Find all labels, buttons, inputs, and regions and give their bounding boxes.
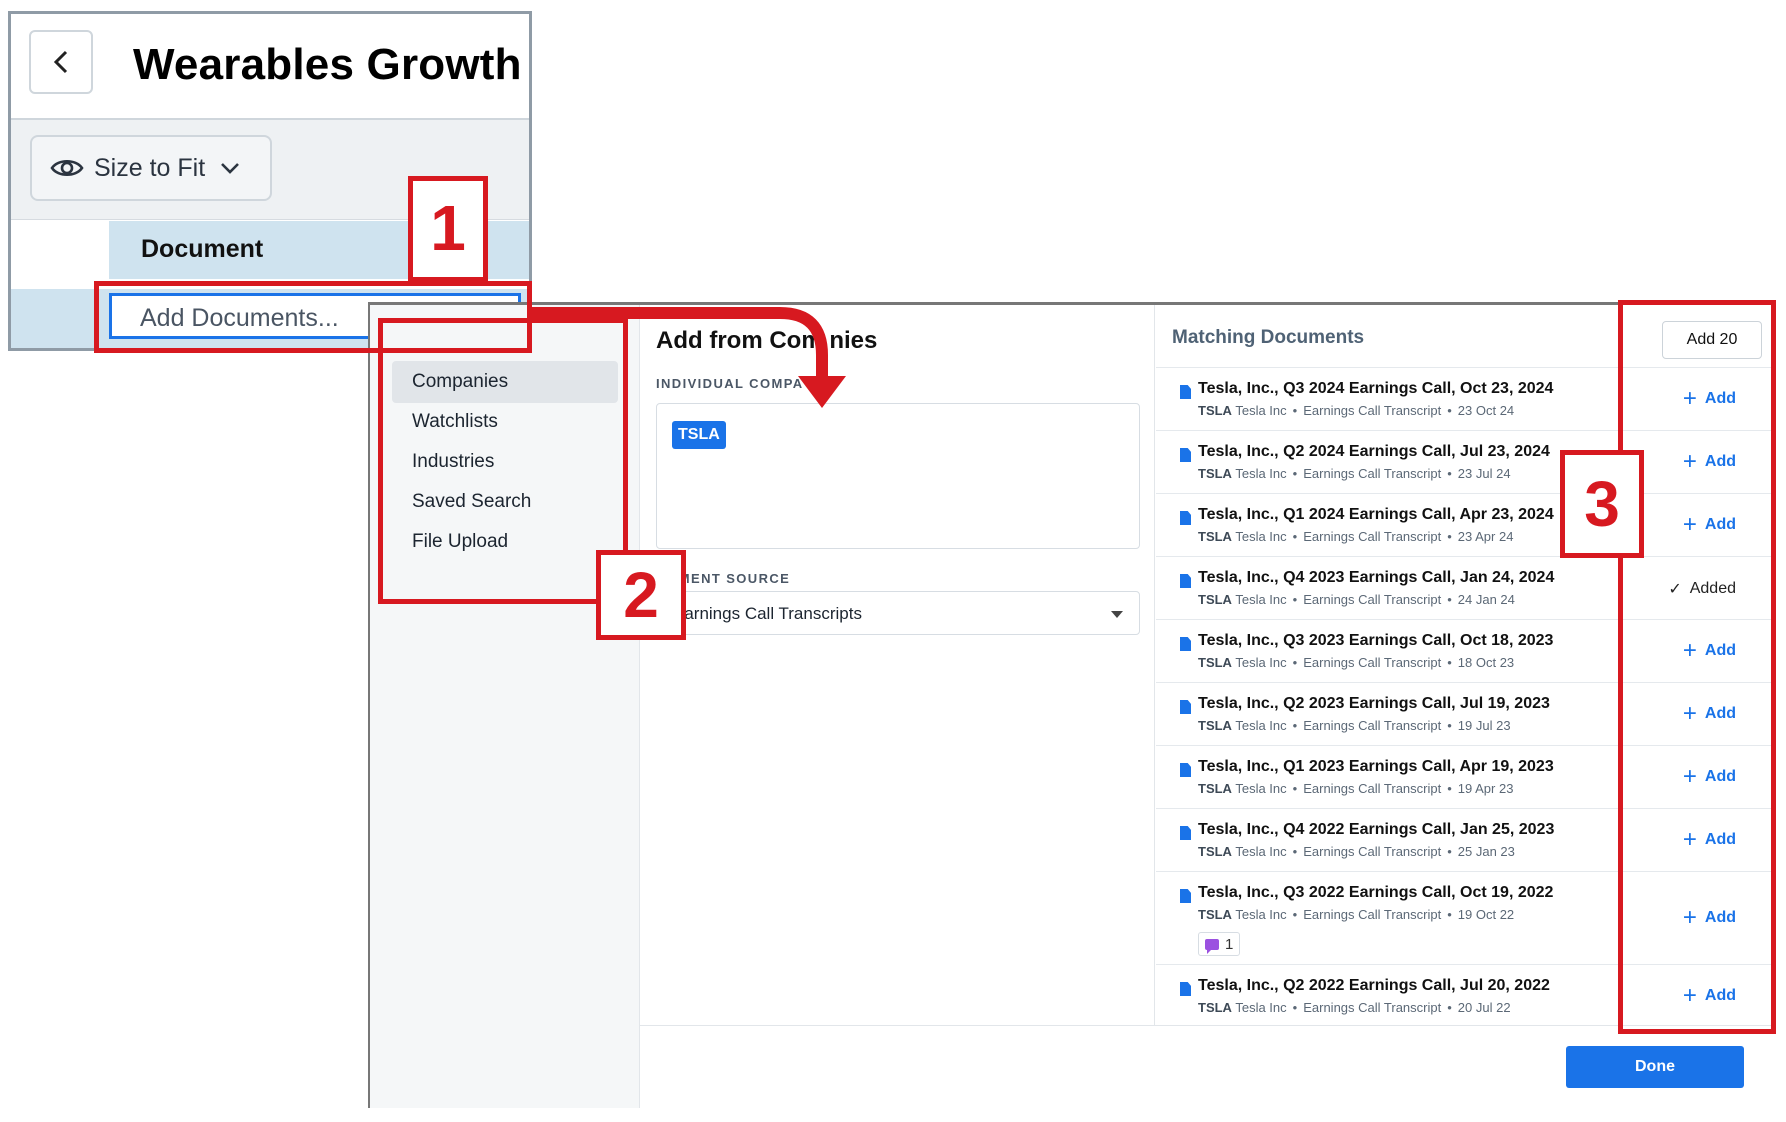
annotation-number-2: 2 [596,550,686,640]
annotation-number-3: 3 [1560,450,1644,558]
annotation-number-1: 1 [408,176,488,282]
annotation-box-2 [378,318,628,604]
arrow-head [798,376,846,408]
annotation-arrow [532,307,846,408]
annotation-box-3 [1618,300,1776,1034]
